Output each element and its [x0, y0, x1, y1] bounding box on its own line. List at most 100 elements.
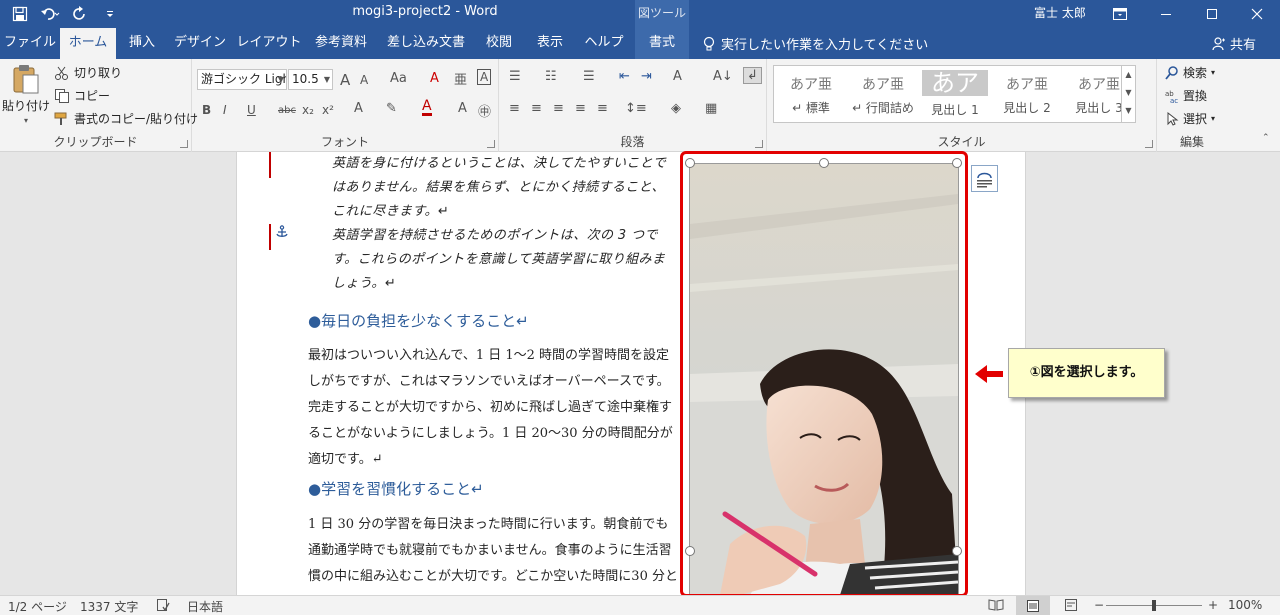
shading-icon[interactable]: ◈: [671, 101, 681, 116]
decrease-indent-icon[interactable]: ⇤: [619, 69, 630, 84]
font-color-icon[interactable]: A: [422, 99, 432, 116]
layout-options-icon[interactable]: [971, 165, 998, 192]
font-launcher-icon[interactable]: [487, 140, 495, 148]
align-right-icon[interactable]: ≡: [553, 101, 564, 116]
ribbon: 貼り付け ▾ 切り取り コピー 書式のコピー/貼り付け クリップボード 游ゴシッ…: [0, 59, 1280, 152]
share-button[interactable]: 共有: [1212, 34, 1256, 53]
annotation-highlight-box: [680, 151, 968, 597]
format-painter-button[interactable]: 書式のコピー/貼り付け: [54, 110, 198, 127]
bullets-icon[interactable]: ☰: [509, 69, 521, 84]
style-heading2-sample: あア亜: [1006, 77, 1048, 93]
clipboard-group-label: クリップボード: [53, 135, 138, 149]
numbering-icon[interactable]: ☷: [545, 69, 557, 84]
read-mode-icon[interactable]: [988, 598, 1004, 615]
ribbon-display-options-icon[interactable]: [1097, 0, 1143, 28]
copy-label: コピー: [74, 89, 111, 103]
print-layout-icon[interactable]: [1016, 596, 1050, 615]
intro-paragraph-1: 英語を身に付けるということは、決してたやすいことではありません。結果を焦らず、と…: [332, 156, 667, 219]
proofing-icon[interactable]: [156, 598, 170, 615]
line-spacing-icon[interactable]: ↕≡: [625, 101, 647, 116]
tab-format[interactable]: 書式: [635, 28, 689, 59]
phonetic-guide-icon[interactable]: 亜: [454, 69, 467, 88]
word-count[interactable]: 1337 文字: [80, 598, 138, 615]
highlight-icon[interactable]: ✎: [386, 101, 397, 116]
gallery-down-icon[interactable]: ▼: [1122, 84, 1135, 102]
replace-button[interactable]: ab ac 置換: [1165, 87, 1207, 104]
gallery-up-icon[interactable]: ▲: [1122, 66, 1135, 84]
strikethrough-button[interactable]: abc: [278, 105, 296, 116]
borders-icon[interactable]: ▦: [705, 101, 717, 116]
zoom-level[interactable]: 100%: [1228, 598, 1262, 612]
asian-layout-icon[interactable]: A: [673, 69, 682, 84]
clipboard-launcher-icon[interactable]: [180, 140, 188, 148]
align-center-icon[interactable]: ≡: [531, 101, 542, 116]
style-heading1[interactable]: あア 見出し 1: [922, 70, 988, 120]
style-no-spacing[interactable]: あア亜 ↵ 行間詰め: [850, 70, 916, 120]
character-border-icon[interactable]: A: [477, 69, 492, 85]
sort-icon[interactable]: A↓: [713, 69, 733, 84]
tab-review[interactable]: 校閲: [476, 28, 522, 59]
language[interactable]: 日本語: [187, 598, 223, 615]
paragraph-launcher-icon[interactable]: [755, 140, 763, 148]
search-icon: [1165, 65, 1178, 80]
find-button[interactable]: 検索 ▾: [1165, 64, 1215, 81]
shrink-font-button[interactable]: A: [360, 73, 368, 87]
enclose-characters-icon[interactable]: ㊥: [478, 101, 491, 120]
tab-view[interactable]: 表示: [524, 28, 576, 59]
zoom-out-icon[interactable]: −: [1094, 598, 1104, 612]
grow-font-button[interactable]: A: [340, 71, 350, 89]
page-count[interactable]: 1/2 ページ: [8, 598, 67, 615]
select-label: 選択: [1183, 112, 1208, 126]
character-shading-icon[interactable]: A: [458, 101, 467, 116]
tab-home[interactable]: ホーム: [60, 28, 116, 59]
style-heading2[interactable]: あア亜 見出し 2: [994, 70, 1060, 120]
paste-dropdown-icon[interactable]: ▾: [24, 116, 28, 125]
styles-gallery-scroll[interactable]: ▲ ▼ ▼: [1121, 66, 1135, 122]
user-name[interactable]: 富士 太郎: [1034, 4, 1086, 21]
minimize-icon[interactable]: [1143, 0, 1189, 28]
superscript-button[interactable]: x²: [322, 103, 334, 117]
cut-button[interactable]: 切り取り: [54, 64, 122, 81]
intro-paragraph-2: 英語学習を持続させるためのポイントは、次の 3 つです。これらのポイントを意識し…: [332, 228, 666, 291]
web-layout-icon[interactable]: [1064, 598, 1078, 615]
text-effects-icon[interactable]: A: [354, 101, 363, 116]
align-left-icon[interactable]: ≡: [509, 101, 520, 116]
zoom-slider-thumb[interactable]: [1152, 600, 1156, 611]
italic-button[interactable]: I: [223, 103, 227, 117]
style-normal[interactable]: あア亜 ↵ 標準: [778, 70, 844, 120]
picture-tools-context-label: 図ツール: [635, 0, 689, 28]
collapse-ribbon-icon[interactable]: ⌃: [1262, 133, 1270, 143]
font-size-combo[interactable]: 10.5 ▼: [288, 69, 333, 90]
clear-formatting-icon[interactable]: A: [430, 71, 439, 86]
subscript-button[interactable]: x₂: [302, 103, 314, 117]
font-name-combo[interactable]: 游ゴシック Ligh ▼: [197, 69, 287, 90]
tell-me-box[interactable]: 実行したい作業を入力してください: [703, 34, 928, 53]
paragraph-group-label: 段落: [620, 135, 645, 149]
show-marks-icon[interactable]: ↲: [743, 67, 762, 84]
justify-icon[interactable]: ≡: [575, 101, 586, 116]
tab-insert[interactable]: 挿入: [118, 28, 166, 59]
zoom-in-icon[interactable]: +: [1208, 598, 1218, 612]
select-button[interactable]: 選択 ▾: [1165, 110, 1215, 127]
gallery-more-icon[interactable]: ▼: [1122, 102, 1135, 120]
underline-button[interactable]: U: [247, 103, 256, 117]
multilevel-list-icon[interactable]: ☰: [583, 69, 595, 84]
increase-indent-icon[interactable]: ⇥: [641, 69, 652, 84]
tab-help[interactable]: ヘルプ: [578, 28, 630, 59]
paste-button[interactable]: 貼り付け ▾: [2, 63, 50, 125]
copy-button[interactable]: コピー: [54, 87, 110, 104]
maximize-icon[interactable]: [1189, 0, 1235, 28]
styles-group-label: スタイル: [937, 135, 986, 149]
close-icon[interactable]: [1234, 0, 1280, 28]
tab-mailings[interactable]: 差し込み文書: [378, 28, 474, 59]
styles-launcher-icon[interactable]: [1145, 140, 1153, 148]
bold-button[interactable]: B: [202, 103, 211, 117]
tab-references[interactable]: 参考資料: [306, 28, 376, 59]
change-case-button[interactable]: Aa: [390, 71, 407, 86]
tab-layout[interactable]: レイアウト: [234, 28, 304, 59]
replace-icon: abac: [1165, 90, 1178, 103]
distribute-icon[interactable]: ≡: [597, 101, 608, 116]
change-bar: [269, 224, 271, 250]
tab-file[interactable]: ファイル: [0, 28, 60, 59]
tab-design[interactable]: デザイン: [168, 28, 232, 59]
